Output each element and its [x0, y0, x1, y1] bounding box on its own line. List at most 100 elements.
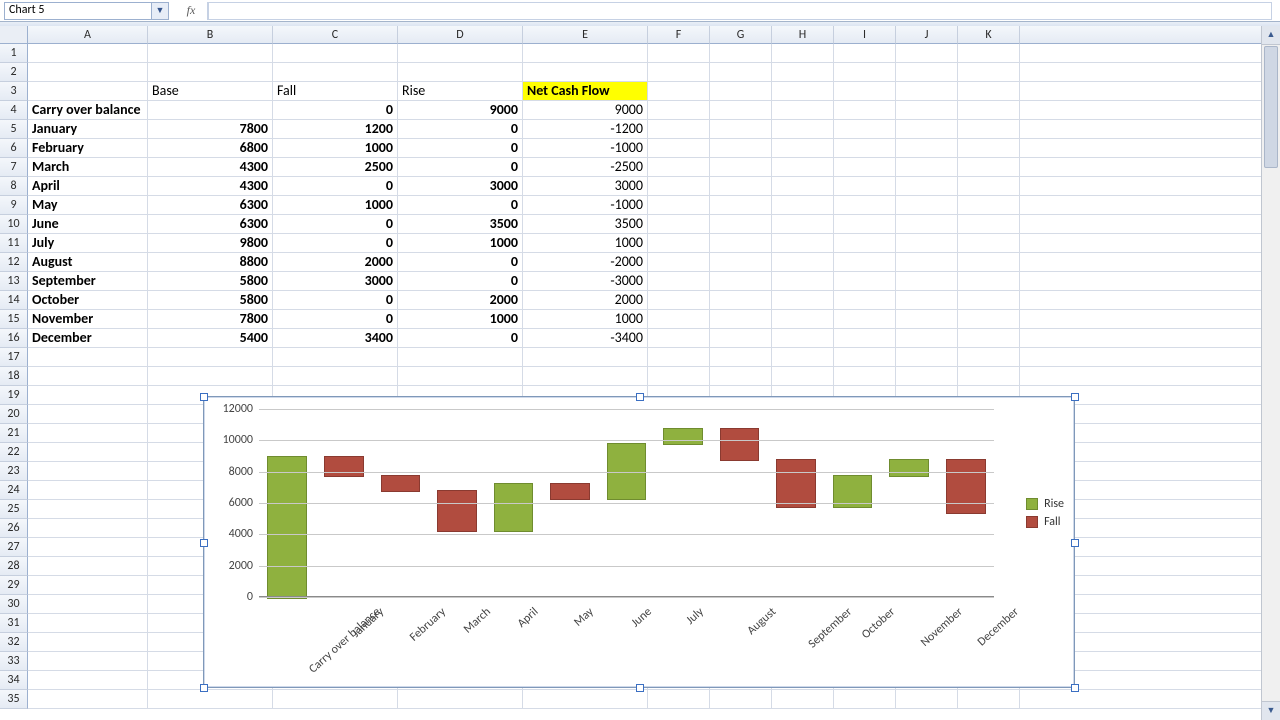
col-header-F[interactable]: F [648, 26, 710, 44]
chart-resize-handle[interactable] [1071, 684, 1079, 692]
cell-C8[interactable]: 0 [273, 177, 398, 196]
cell-A24[interactable] [28, 481, 148, 500]
cell-J16[interactable] [896, 329, 958, 348]
cell-D16[interactable]: 0 [398, 329, 523, 348]
cell-A19[interactable] [28, 386, 148, 405]
cell-E35[interactable] [523, 690, 648, 709]
cell-A2[interactable] [28, 63, 148, 82]
cell-E4[interactable]: 9000 [523, 101, 648, 120]
row-header-5[interactable]: 5 [0, 120, 28, 139]
cell-A12[interactable]: August [28, 253, 148, 272]
cell-C16[interactable]: 3400 [273, 329, 398, 348]
cell-A6[interactable]: February [28, 139, 148, 158]
row-header-28[interactable]: 28 [0, 557, 28, 576]
cell-H16[interactable] [772, 329, 834, 348]
cell-G12[interactable] [710, 253, 772, 272]
cell-fill-16[interactable] [1020, 329, 1262, 348]
cell-fill-6[interactable] [1020, 139, 1262, 158]
cell-A23[interactable] [28, 462, 148, 481]
cell-A8[interactable]: April [28, 177, 148, 196]
cell-B15[interactable]: 7800 [148, 310, 273, 329]
cell-C18[interactable] [273, 367, 398, 386]
col-header-G[interactable]: G [710, 26, 772, 44]
cell-E8[interactable]: 3000 [523, 177, 648, 196]
cell-B4[interactable] [148, 101, 273, 120]
cell-fill-10[interactable] [1020, 215, 1262, 234]
cell-D9[interactable]: 0 [398, 196, 523, 215]
scroll-thumb[interactable] [1264, 46, 1278, 168]
row-header-30[interactable]: 30 [0, 595, 28, 614]
cell-H18[interactable] [772, 367, 834, 386]
cell-D15[interactable]: 1000 [398, 310, 523, 329]
cell-H10[interactable] [772, 215, 834, 234]
row-header-22[interactable]: 22 [0, 443, 28, 462]
cell-G10[interactable] [710, 215, 772, 234]
row-header-23[interactable]: 23 [0, 462, 28, 481]
cell-fill-5[interactable] [1020, 120, 1262, 139]
row-header-34[interactable]: 34 [0, 671, 28, 690]
cell-G4[interactable] [710, 101, 772, 120]
col-header-D[interactable]: D [398, 26, 523, 44]
cell-I2[interactable] [834, 63, 896, 82]
cell-A16[interactable]: December [28, 329, 148, 348]
cell-E9[interactable]: -1000 [523, 196, 648, 215]
cell-I15[interactable] [834, 310, 896, 329]
cell-I11[interactable] [834, 234, 896, 253]
cell-A11[interactable]: July [28, 234, 148, 253]
cell-A3[interactable] [28, 82, 148, 101]
cell-G5[interactable] [710, 120, 772, 139]
cell-fill-2[interactable] [1020, 63, 1262, 82]
cell-B5[interactable]: 7800 [148, 120, 273, 139]
cell-A18[interactable] [28, 367, 148, 386]
cell-C17[interactable] [273, 348, 398, 367]
cell-A1[interactable] [28, 44, 148, 63]
cell-D3[interactable]: Rise [398, 82, 523, 101]
row-header-6[interactable]: 6 [0, 139, 28, 158]
row-header-3[interactable]: 3 [0, 82, 28, 101]
row-header-29[interactable]: 29 [0, 576, 28, 595]
col-header-K[interactable]: K [958, 26, 1020, 44]
cell-E10[interactable]: 3500 [523, 215, 648, 234]
cell-A17[interactable] [28, 348, 148, 367]
cell-B11[interactable]: 9800 [148, 234, 273, 253]
cell-B12[interactable]: 8800 [148, 253, 273, 272]
row-header-13[interactable]: 13 [0, 272, 28, 291]
cell-A29[interactable] [28, 576, 148, 595]
cell-E15[interactable]: 1000 [523, 310, 648, 329]
cell-F17[interactable] [648, 348, 710, 367]
cell-K8[interactable] [958, 177, 1020, 196]
cell-K14[interactable] [958, 291, 1020, 310]
cell-H6[interactable] [772, 139, 834, 158]
cell-G15[interactable] [710, 310, 772, 329]
cell-I8[interactable] [834, 177, 896, 196]
cell-D6[interactable]: 0 [398, 139, 523, 158]
cell-D12[interactable]: 0 [398, 253, 523, 272]
cell-C15[interactable]: 0 [273, 310, 398, 329]
cell-I18[interactable] [834, 367, 896, 386]
cell-E16[interactable]: -3400 [523, 329, 648, 348]
cell-H13[interactable] [772, 272, 834, 291]
cell-B16[interactable]: 5400 [148, 329, 273, 348]
cell-H9[interactable] [772, 196, 834, 215]
col-header-J[interactable]: J [896, 26, 958, 44]
cell-J7[interactable] [896, 158, 958, 177]
cell-A30[interactable] [28, 595, 148, 614]
cell-A9[interactable]: May [28, 196, 148, 215]
cell-D13[interactable]: 0 [398, 272, 523, 291]
chart-resize-handle[interactable] [636, 684, 644, 692]
cell-E3[interactable]: Net Cash Flow [523, 82, 648, 101]
cell-I7[interactable] [834, 158, 896, 177]
cell-F6[interactable] [648, 139, 710, 158]
cell-fill-9[interactable] [1020, 196, 1262, 215]
cell-F4[interactable] [648, 101, 710, 120]
row-header-1[interactable]: 1 [0, 44, 28, 63]
cell-I1[interactable] [834, 44, 896, 63]
cell-J12[interactable] [896, 253, 958, 272]
cell-F5[interactable] [648, 120, 710, 139]
cell-J9[interactable] [896, 196, 958, 215]
cell-F12[interactable] [648, 253, 710, 272]
row-header-32[interactable]: 32 [0, 633, 28, 652]
cell-C13[interactable]: 3000 [273, 272, 398, 291]
cell-fill-35[interactable] [1020, 690, 1262, 709]
cell-G14[interactable] [710, 291, 772, 310]
